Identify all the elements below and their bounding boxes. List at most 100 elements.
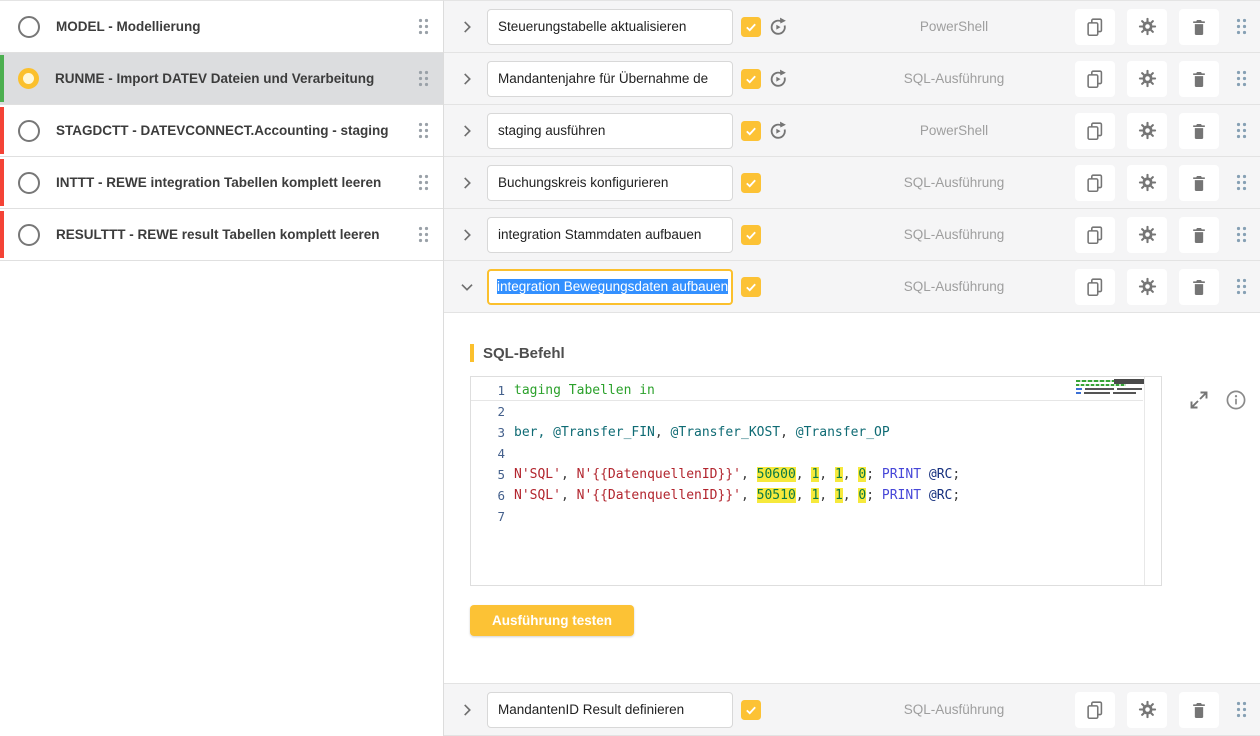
test-execution-button[interactable]: Ausführung testen — [470, 605, 634, 636]
step-settings-button[interactable] — [1127, 61, 1167, 97]
copy-step-button[interactable] — [1075, 217, 1115, 253]
copy-step-button[interactable] — [1075, 269, 1115, 305]
drag-handle-icon[interactable] — [1235, 17, 1248, 36]
step-name-input[interactable] — [487, 217, 733, 253]
job-item[interactable]: RESULTTT - REWE result Tabellen komplett… — [0, 209, 443, 261]
expand-step-button[interactable] — [455, 223, 479, 247]
step-type-label: PowerShell — [844, 19, 1064, 34]
expand-step-button[interactable] — [455, 698, 479, 722]
steps-list: PowerShell SQL-Ausführung PowerShell SQL-Au… — [444, 1, 1260, 736]
job-item[interactable]: INTTT - REWE integration Tabellen komple… — [0, 157, 443, 209]
delete-step-button[interactable] — [1179, 269, 1219, 305]
copy-step-button[interactable] — [1075, 9, 1115, 45]
repeat-run-toggle[interactable] — [767, 16, 789, 38]
radio-selected-icon[interactable] — [18, 68, 39, 89]
step-settings-button[interactable] — [1127, 113, 1167, 149]
step-enabled-checkbox[interactable] — [741, 69, 761, 89]
code-text: ber, @Transfer_FIN, @Transfer_KOST, @Tra… — [514, 422, 1143, 443]
code-area[interactable]: 1taging Tabellen in23ber, @Transfer_FIN,… — [471, 377, 1161, 527]
drag-handle-icon[interactable] — [417, 17, 430, 36]
radio-icon[interactable] — [18, 224, 40, 246]
copy-step-button[interactable] — [1075, 113, 1115, 149]
trash-icon — [1189, 17, 1209, 37]
info-icon[interactable] — [1224, 388, 1248, 412]
delete-step-button[interactable] — [1179, 61, 1219, 97]
expand-step-button[interactable] — [455, 15, 479, 39]
drag-handle-icon[interactable] — [1235, 121, 1248, 140]
drag-handle-icon[interactable] — [1235, 700, 1248, 719]
expand-step-button[interactable] — [455, 119, 479, 143]
job-label: RESULTTT - REWE result Tabellen komplett… — [56, 227, 417, 242]
drag-handle-icon[interactable] — [417, 121, 430, 140]
step-name-input[interactable]: integration Bewegungsdaten aufbauen — [487, 269, 733, 305]
drag-handle-icon[interactable] — [417, 225, 430, 244]
delete-step-button[interactable] — [1179, 113, 1219, 149]
step-settings-button[interactable] — [1127, 217, 1167, 253]
copy-icon — [1084, 172, 1106, 194]
sql-code-editor[interactable]: 1taging Tabellen in23ber, @Transfer_FIN,… — [470, 376, 1162, 586]
job-item[interactable]: RUNME - Import DATEV Dateien und Verarbe… — [0, 53, 443, 105]
expand-step-button[interactable] — [455, 171, 479, 195]
job-item[interactable]: MODEL - Modellierung — [0, 1, 443, 53]
repeat-run-toggle[interactable] — [767, 68, 789, 90]
drag-handle-icon[interactable] — [417, 69, 430, 88]
minimap-thumb[interactable] — [1114, 379, 1144, 384]
repeat-run-icon — [767, 16, 789, 38]
step-name-input[interactable] — [487, 9, 733, 45]
step-name-input[interactable] — [487, 165, 733, 201]
step-settings-button[interactable] — [1127, 692, 1167, 728]
trash-icon — [1189, 700, 1209, 720]
radio-icon[interactable] — [18, 172, 40, 194]
step-enabled-checkbox[interactable] — [741, 173, 761, 193]
expand-editor-icon[interactable] — [1187, 388, 1211, 412]
step-enabled-checkbox[interactable] — [741, 277, 761, 297]
step-detail-section: SQL-Befehl 1taging Tabellen in23ber, @Tr… — [444, 313, 1260, 683]
step-actions — [1075, 209, 1248, 260]
copy-step-button[interactable] — [1075, 165, 1115, 201]
drag-handle-icon[interactable] — [417, 173, 430, 192]
step-row: PowerShell — [444, 105, 1260, 157]
step-type-label: SQL-Ausführung — [844, 227, 1064, 242]
job-item[interactable]: STAGDCTT - DATEVCONNECT.Accounting - sta… — [0, 105, 443, 157]
expand-step-button[interactable] — [455, 67, 479, 91]
code-line: 1taging Tabellen in — [471, 380, 1143, 401]
repeat-run-toggle[interactable] — [767, 120, 789, 142]
drag-handle-icon[interactable] — [1235, 69, 1248, 88]
scrollbar-track-border — [1144, 377, 1145, 585]
code-text: N'SQL', N'{{DatenquellenID}}', 50510, 1,… — [514, 485, 1143, 506]
gear-icon — [1137, 16, 1158, 37]
gear-icon — [1137, 276, 1158, 297]
delete-step-button[interactable] — [1179, 692, 1219, 728]
step-settings-button[interactable] — [1127, 9, 1167, 45]
step-name-input[interactable] — [487, 61, 733, 97]
step-settings-button[interactable] — [1127, 165, 1167, 201]
radio-icon[interactable] — [18, 16, 40, 38]
gear-icon — [1137, 699, 1158, 720]
step-enabled-checkbox[interactable] — [741, 121, 761, 141]
collapse-step-button[interactable] — [455, 275, 479, 299]
step-settings-button[interactable] — [1127, 269, 1167, 305]
copy-step-button[interactable] — [1075, 692, 1115, 728]
drag-handle-icon[interactable] — [1235, 277, 1248, 296]
drag-handle-icon[interactable] — [1235, 173, 1248, 192]
code-line: 7 — [471, 506, 1143, 527]
minimap[interactable] — [1076, 380, 1144, 404]
copy-step-button[interactable] — [1075, 61, 1115, 97]
minimap-line — [1076, 392, 1136, 394]
step-type-label: SQL-Ausführung — [844, 702, 1064, 717]
step-type-label: SQL-Ausführung — [844, 175, 1064, 190]
delete-step-button[interactable] — [1179, 165, 1219, 201]
drag-handle-icon[interactable] — [1235, 225, 1248, 244]
step-name-input[interactable] — [487, 113, 733, 149]
copy-icon — [1084, 276, 1106, 298]
code-line: 4 — [471, 443, 1143, 464]
delete-step-button[interactable] — [1179, 9, 1219, 45]
step-enabled-checkbox[interactable] — [741, 700, 761, 720]
delete-step-button[interactable] — [1179, 217, 1219, 253]
step-enabled-checkbox[interactable] — [741, 225, 761, 245]
step-enabled-checkbox[interactable] — [741, 17, 761, 37]
step-name-input[interactable] — [487, 692, 733, 728]
copy-icon — [1084, 16, 1106, 38]
radio-icon[interactable] — [18, 120, 40, 142]
chevron-right-icon — [456, 16, 478, 38]
